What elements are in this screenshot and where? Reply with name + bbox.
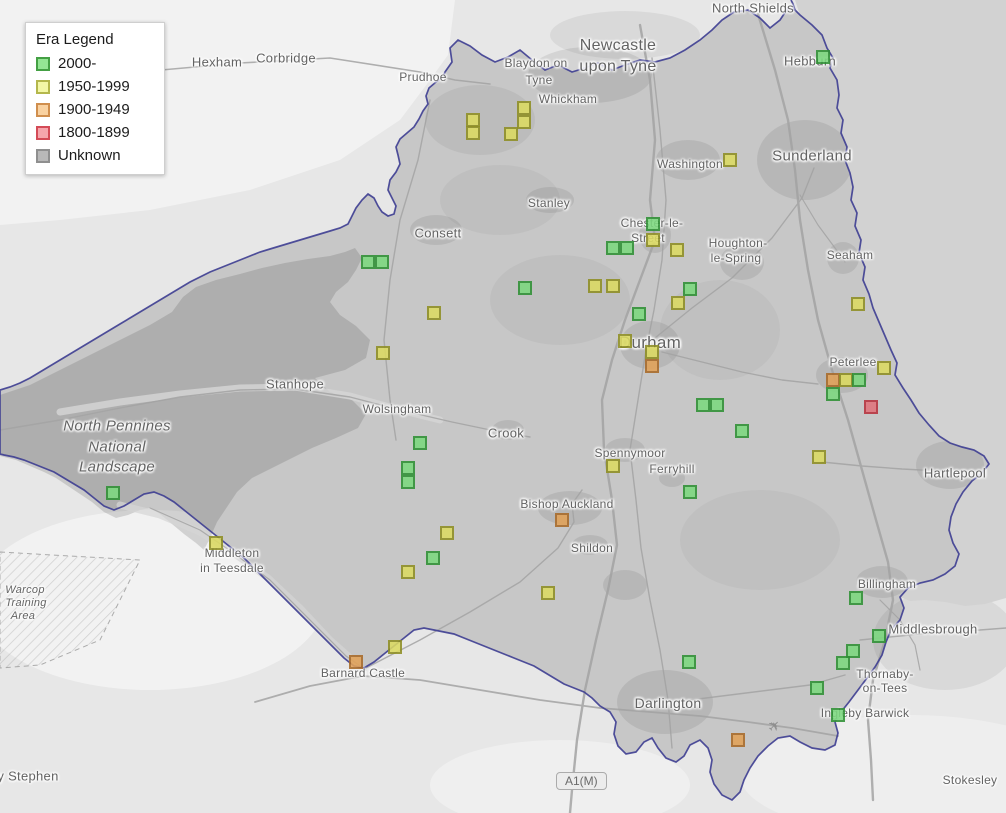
legend-swatch-icon — [36, 125, 50, 140]
era-marker[interactable] — [361, 255, 375, 269]
legend-item-label: Unknown — [58, 147, 121, 164]
era-marker[interactable] — [710, 398, 724, 412]
era-marker[interactable] — [683, 282, 697, 296]
legend-item: 1800-1899 — [36, 124, 154, 141]
era-marker[interactable] — [864, 400, 878, 414]
era-marker[interactable] — [209, 536, 223, 550]
legend-swatch-icon — [36, 56, 50, 71]
legend-item-label: 1800-1899 — [58, 124, 130, 141]
legend-item-label: 1950-1999 — [58, 78, 130, 95]
legend-swatch-icon — [36, 79, 50, 94]
era-marker[interactable] — [671, 296, 685, 310]
era-marker[interactable] — [682, 655, 696, 669]
era-marker[interactable] — [696, 398, 710, 412]
legend-item-label: 2000- — [58, 55, 97, 72]
era-marker[interactable] — [645, 345, 659, 359]
era-marker[interactable] — [466, 126, 480, 140]
era-marker[interactable] — [836, 656, 850, 670]
era-marker[interactable] — [349, 655, 363, 669]
legend-item: 2000- — [36, 55, 154, 72]
era-marker[interactable] — [401, 565, 415, 579]
era-marker[interactable] — [106, 486, 120, 500]
era-marker[interactable] — [852, 373, 866, 387]
era-marker[interactable] — [466, 113, 480, 127]
era-marker[interactable] — [831, 708, 845, 722]
era-marker[interactable] — [851, 297, 865, 311]
legend-swatch-icon — [36, 102, 50, 117]
era-marker[interactable] — [588, 279, 602, 293]
era-marker[interactable] — [388, 640, 402, 654]
legend-item: 1900-1949 — [36, 101, 154, 118]
era-marker[interactable] — [401, 461, 415, 475]
era-marker[interactable] — [440, 526, 454, 540]
era-marker[interactable] — [731, 733, 745, 747]
era-marker[interactable] — [670, 243, 684, 257]
era-marker[interactable] — [849, 591, 863, 605]
era-marker[interactable] — [555, 513, 569, 527]
legend-title: Era Legend — [36, 31, 114, 48]
legend-items: 2000- 1950-1999 1900-1949 1800-1899 Unknown — [36, 55, 154, 164]
legend-item-label: 1900-1949 — [58, 101, 130, 118]
era-marker[interactable] — [812, 450, 826, 464]
era-marker[interactable] — [816, 50, 830, 64]
era-marker[interactable] — [504, 127, 518, 141]
era-marker[interactable] — [606, 459, 620, 473]
era-marker[interactable] — [517, 115, 531, 129]
era-marker[interactable] — [872, 629, 886, 643]
era-marker[interactable] — [618, 334, 632, 348]
era-marker[interactable] — [413, 436, 427, 450]
era-marker[interactable] — [877, 361, 891, 375]
era-marker[interactable] — [517, 101, 531, 115]
era-marker[interactable] — [810, 681, 824, 695]
era-marker[interactable] — [826, 387, 840, 401]
legend-swatch-icon — [36, 148, 50, 163]
era-marker[interactable] — [826, 373, 840, 387]
legend-item: Unknown — [36, 147, 154, 164]
era-marker[interactable] — [518, 281, 532, 295]
era-marker[interactable] — [606, 279, 620, 293]
legend-item: 1950-1999 — [36, 78, 154, 95]
era-marker[interactable] — [646, 217, 660, 231]
era-marker[interactable] — [606, 241, 620, 255]
era-marker[interactable] — [376, 346, 390, 360]
era-legend: Era Legend 2000- 1950-1999 1900-1949 1800-1… — [25, 22, 165, 175]
map-viewport[interactable]: North Shields Newcastle upon Tyne Hebburn He… — [0, 0, 1006, 813]
era-marker[interactable] — [541, 586, 555, 600]
era-marker[interactable] — [683, 485, 697, 499]
era-marker[interactable] — [735, 424, 749, 438]
era-marker[interactable] — [426, 551, 440, 565]
era-marker[interactable] — [375, 255, 389, 269]
era-marker[interactable] — [645, 359, 659, 373]
era-marker[interactable] — [723, 153, 737, 167]
era-marker[interactable] — [839, 373, 853, 387]
era-marker[interactable] — [427, 306, 441, 320]
era-marker[interactable] — [620, 241, 634, 255]
road-shield-a1m: A1(M) — [556, 772, 607, 790]
era-marker[interactable] — [646, 233, 660, 247]
era-marker[interactable] — [632, 307, 646, 321]
era-marker[interactable] — [401, 475, 415, 489]
